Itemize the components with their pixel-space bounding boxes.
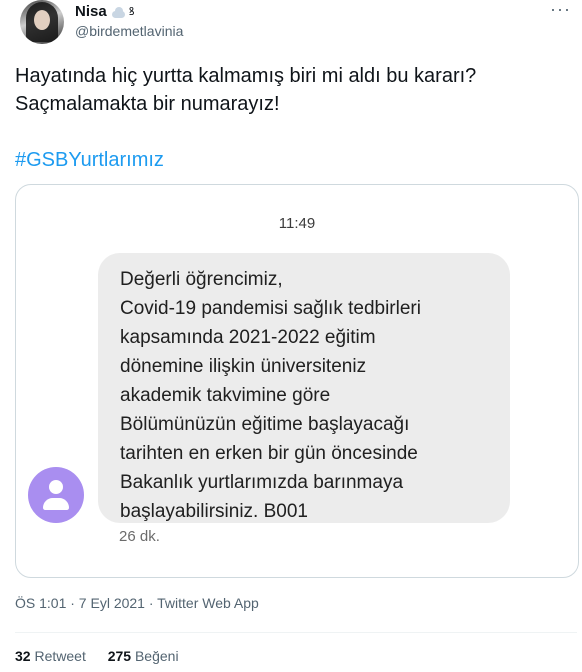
sms-age: 26 dk. — [119, 528, 160, 545]
tweet-stats: 32 Retweet 275 Beğeni — [15, 648, 197, 664]
sms-message: Değerli öğrencimiz, Covid-19 pandemisi s… — [120, 269, 421, 522]
attached-image[interactable]: 11:49 Değerli öğrencimiz, Covid-19 pande… — [15, 184, 579, 578]
tweet-header: Nisa ꝸ @birdemetlavinia ··· — [15, 0, 575, 50]
divider — [15, 632, 577, 633]
sms-timestamp: 11:49 — [278, 215, 316, 232]
more-options-icon[interactable]: ··· — [550, 0, 571, 18]
hashtag-link[interactable]: #GSBYurtlarımız — [15, 146, 164, 174]
tweet-line: Saçmalamakta bir numarayız! — [15, 93, 280, 115]
like-count[interactable]: 275 Beğeni — [108, 648, 179, 664]
tweet-meta[interactable]: ÖS 1:01 · 7 Eyl 2021 · Twitter Web App — [15, 595, 259, 611]
tweet-line: Hayatında hiç yurtta kalmamış biri mi al… — [15, 65, 477, 87]
author-name-row[interactable]: Nisa ꝸ — [75, 3, 134, 21]
author-avatar[interactable] — [20, 0, 64, 44]
author-name[interactable]: Nisa — [75, 3, 107, 21]
sender-avatar-icon — [28, 467, 84, 523]
cloud-icon — [111, 6, 126, 18]
author-handle[interactable]: @birdemetlavinia — [75, 22, 183, 40]
retweet-count[interactable]: 32 Retweet — [15, 648, 86, 664]
tweet-text: Hayatında hiç yurtta kalmamış biri mi al… — [15, 62, 570, 118]
name-glyph: ꝸ — [128, 6, 135, 18]
sms-bubble: Değerli öğrencimiz, Covid-19 pandemisi s… — [98, 253, 510, 523]
